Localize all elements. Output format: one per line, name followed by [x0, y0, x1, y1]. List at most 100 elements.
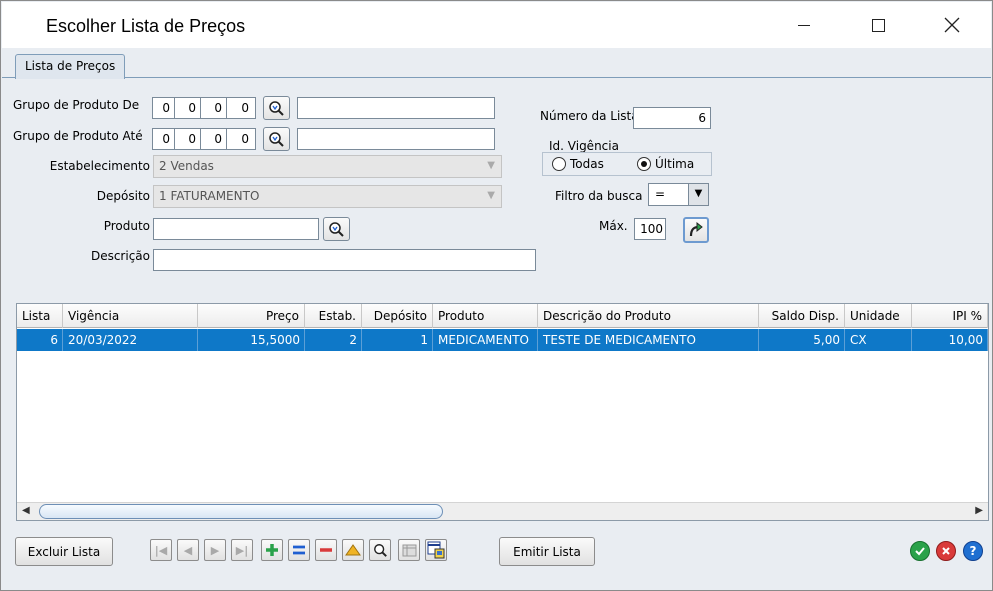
title-bar: Escolher Lista de Preços — [2, 2, 991, 48]
tab-lista-de-precos[interactable]: Lista de Preços — [15, 54, 126, 79]
cancel-button[interactable] — [936, 541, 956, 561]
col-produto[interactable]: Produto — [433, 304, 538, 328]
add-record-button[interactable] — [261, 539, 283, 561]
help-button[interactable]: ? — [963, 541, 983, 561]
last-icon: ▶| — [235, 543, 249, 557]
col-vigencia[interactable]: Vigência — [63, 304, 198, 328]
close-icon — [944, 17, 960, 33]
col-saldo[interactable]: Saldo Disp. — [759, 304, 845, 328]
numero-lista-label: Número da Lista — [540, 109, 639, 123]
prev-icon: ◀ — [183, 543, 193, 557]
grupo-de-code-field[interactable]: 0 0 0 0 — [152, 97, 256, 119]
chevron-down-icon: ▼ — [688, 184, 708, 205]
scroll-left-icon[interactable]: ◀ — [22, 505, 30, 516]
price-list-grid[interactable]: Lista Vigência Preço Estab. Depósito Pro… — [16, 303, 989, 521]
grupo-de-digit-1[interactable]: 0 — [153, 98, 175, 118]
produto-label: Produto — [103, 219, 150, 233]
produto-input[interactable] — [153, 218, 319, 240]
radio-ultima-label[interactable]: Última — [655, 157, 694, 171]
confirm-record-button[interactable] — [342, 539, 364, 561]
equals-icon — [293, 545, 305, 555]
first-icon: |◀ — [154, 543, 168, 557]
scroll-thumb[interactable] — [39, 504, 443, 519]
search-icon — [269, 100, 284, 116]
search-icon — [269, 131, 284, 147]
estabelecimento-select[interactable]: 2 Vendas ▼ — [153, 155, 502, 178]
ok-button[interactable] — [910, 541, 930, 561]
minus-icon — [320, 548, 332, 552]
grupo-ate-digit-1[interactable]: 0 — [153, 129, 175, 149]
radio-ultima[interactable] — [637, 157, 651, 171]
excluir-lista-button[interactable]: Excluir Lista — [15, 537, 113, 566]
col-ipi[interactable]: IPI % — [912, 304, 988, 328]
radio-todas-label[interactable]: Todas — [570, 157, 604, 171]
filtro-select[interactable]: = ▼ — [648, 183, 709, 206]
numero-lista-input[interactable]: 6 — [633, 107, 711, 129]
grupo-ate-digit-4[interactable]: 0 — [231, 129, 253, 149]
search-record-button[interactable] — [369, 539, 391, 561]
grid-view-button[interactable] — [398, 539, 420, 561]
maximize-icon — [871, 18, 885, 32]
produto-search-button[interactable] — [323, 217, 350, 241]
deposito-select[interactable]: 1 FATURAMENTO ▼ — [153, 185, 502, 208]
prev-record-button[interactable]: ◀ — [177, 539, 199, 561]
cell-estab: 2 — [305, 329, 362, 351]
cell-ipi: 10,00 — [912, 329, 988, 351]
estabelecimento-label: Estabelecimento — [49, 159, 150, 173]
grupo-de-label: Grupo de Produto De — [13, 98, 140, 112]
cell-descricao: TESTE DE MEDICAMENTO — [538, 329, 759, 351]
last-record-button[interactable]: ▶| — [231, 539, 253, 561]
minimize-button[interactable] — [781, 2, 827, 48]
cell-deposito: 1 — [362, 329, 433, 351]
close-button[interactable] — [929, 2, 975, 48]
help-icon: ? — [969, 544, 977, 558]
grupo-de-description — [297, 97, 495, 119]
max-input[interactable]: 100 — [634, 218, 666, 240]
descricao-label: Descrição — [90, 249, 150, 263]
grid-header: Lista Vigência Preço Estab. Depósito Pro… — [17, 304, 988, 328]
minimize-icon — [798, 24, 810, 26]
maximize-button[interactable] — [855, 2, 901, 48]
cell-produto: MEDICAMENTO — [433, 329, 538, 351]
cell-preco: 15,5000 — [198, 329, 305, 351]
emitir-lista-button[interactable]: Emitir Lista — [499, 537, 595, 566]
grupo-ate-search-button[interactable] — [263, 127, 290, 151]
col-descricao[interactable]: Descrição do Produto — [538, 304, 759, 328]
triangle-up-icon — [345, 544, 361, 556]
col-unidade[interactable]: Unidade — [845, 304, 912, 328]
descricao-input[interactable] — [153, 249, 536, 271]
next-record-button[interactable]: ▶ — [204, 539, 226, 561]
deposito-value: 1 FATURAMENTO — [159, 189, 260, 203]
plus-icon — [266, 544, 278, 556]
delete-record-button[interactable] — [315, 539, 337, 561]
grupo-ate-description — [297, 128, 495, 150]
table-row[interactable]: 6 20/03/2022 15,5000 2 1 MEDICAMENTO TES… — [17, 329, 988, 351]
first-record-button[interactable]: |◀ — [150, 539, 172, 561]
grupo-de-digit-3[interactable]: 0 — [205, 98, 227, 118]
refresh-button[interactable] — [683, 217, 709, 243]
grupo-ate-code-field[interactable]: 0 0 0 0 — [152, 128, 256, 150]
cell-saldo: 5,00 — [759, 329, 845, 351]
cell-vigencia: 20/03/2022 — [63, 329, 198, 351]
col-lista[interactable]: Lista — [17, 304, 63, 328]
grupo-ate-label: Grupo de Produto Até — [13, 129, 143, 143]
col-estab[interactable]: Estab. — [305, 304, 362, 328]
horizontal-scrollbar[interactable]: ◀ ▶ — [17, 502, 988, 520]
grupo-ate-digit-2[interactable]: 0 — [179, 129, 201, 149]
window-title: Escolher Lista de Preços — [46, 16, 246, 36]
check-icon — [915, 547, 925, 556]
col-preco[interactable]: Preço — [198, 304, 305, 328]
scroll-right-icon[interactable]: ▶ — [975, 505, 983, 516]
edit-record-button[interactable] — [288, 539, 310, 561]
next-icon: ▶ — [210, 543, 220, 557]
grupo-de-digit-2[interactable]: 0 — [179, 98, 201, 118]
chevron-down-icon: ▼ — [487, 160, 495, 171]
grupo-de-digit-4[interactable]: 0 — [231, 98, 253, 118]
search-icon — [329, 221, 344, 237]
grupo-de-search-button[interactable] — [263, 96, 290, 120]
report-button[interactable] — [425, 539, 447, 561]
grupo-ate-digit-3[interactable]: 0 — [205, 129, 227, 149]
tab-strip: Lista de Preços — [2, 48, 991, 79]
col-deposito[interactable]: Depósito — [362, 304, 433, 328]
radio-todas[interactable] — [552, 157, 566, 171]
